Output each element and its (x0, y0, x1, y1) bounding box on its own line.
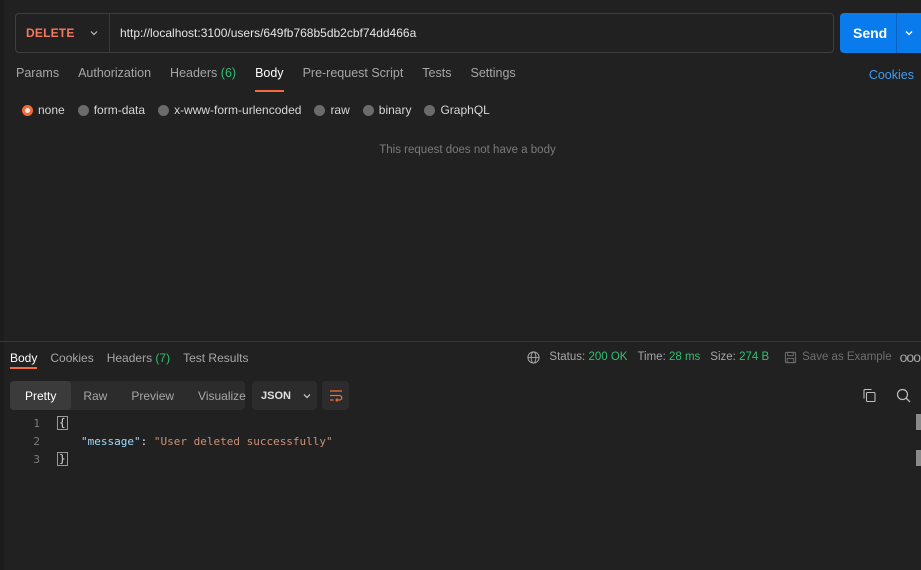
radio-label: binary (378, 103, 412, 117)
request-bar: DELETE http://localhost:3100/users/649fb… (15, 13, 834, 53)
tab-body[interactable]: Body (255, 66, 284, 92)
tab-headers[interactable]: Headers (6) (170, 66, 236, 90)
radio-selected-icon (22, 104, 33, 116)
save-as-example-label: Save as Example (802, 351, 892, 363)
tab-tests[interactable]: Tests (422, 66, 451, 90)
size-label: Size: (710, 351, 736, 363)
radio-label: none (38, 103, 65, 117)
format-select[interactable]: JSON (252, 381, 317, 410)
radio-urlencoded[interactable]: x-www-form-urlencoded (158, 103, 301, 117)
time-info[interactable]: Time: 28 ms (637, 351, 700, 363)
radio-graphql[interactable]: GraphQL (424, 103, 490, 117)
radio-label: form-data (93, 103, 146, 117)
request-tabs: Params Authorization Headers (6) Body Pr… (16, 66, 535, 92)
view-pretty[interactable]: Pretty (10, 381, 72, 410)
tab-authorization[interactable]: Authorization (78, 66, 151, 90)
save-icon (785, 351, 797, 363)
headers-count: (6) (220, 66, 237, 80)
response-headers-count: (7) (155, 351, 171, 365)
line-number: 3 (33, 452, 40, 466)
radio-binary[interactable]: binary (362, 103, 412, 117)
radio-none[interactable]: none (22, 103, 65, 117)
json-value: "User deleted successfully" (153, 434, 333, 448)
code-line: 3 } (0, 450, 68, 468)
status-value: 200 OK (588, 351, 628, 363)
size-value: 274 B (739, 351, 770, 363)
radio-raw[interactable]: raw (314, 103, 350, 117)
chevron-down-icon (90, 31, 98, 36)
status-info[interactable]: Status: 200 OK (549, 351, 627, 363)
method-label: DELETE (26, 26, 75, 40)
size-info[interactable]: Size: 274 B (710, 351, 769, 363)
response-tab-headers[interactable]: Headers (7) (107, 351, 170, 365)
json-colon: : (140, 434, 154, 448)
body-type-radios: none form-data x-www-form-urlencoded raw… (22, 103, 503, 117)
radio-form-data[interactable]: form-data (77, 103, 146, 117)
radio-label: raw (330, 103, 350, 117)
response-tab-headers-label: Headers (106, 351, 153, 365)
window-edge (0, 0, 4, 570)
json-key: "message" (81, 434, 141, 448)
radio-icon (158, 104, 170, 116)
view-raw[interactable]: Raw (71, 381, 119, 410)
radio-label: x-www-form-urlencoded (174, 103, 302, 117)
view-preview[interactable]: Preview (119, 381, 186, 410)
json-property: "message": "User deleted successfully" (81, 435, 333, 448)
format-label: JSON (261, 389, 291, 402)
save-as-example-button[interactable]: Save as Example (784, 351, 892, 364)
wrap-lines-button[interactable] (322, 381, 349, 410)
method-select[interactable]: DELETE (16, 14, 110, 52)
scrollbar-thumb[interactable] (916, 414, 921, 430)
search-icon[interactable] (896, 388, 911, 403)
radio-label: GraphQL (440, 103, 490, 117)
response-body-viewer[interactable]: 1 { 2 "message": "User deleted successfu… (0, 414, 333, 468)
radio-icon (77, 104, 89, 116)
status-label: Status: (549, 351, 586, 363)
radio-icon (424, 104, 436, 116)
scrollbar-thumb[interactable] (916, 450, 921, 466)
tab-pre-request-script[interactable]: Pre-request Script (303, 66, 404, 90)
response-status-bar: Status: 200 OK Time: 28 ms Size: 274 B S… (527, 349, 921, 365)
response-tabs: Body Cookies Headers (7) Test Results (10, 351, 261, 369)
cookies-link[interactable]: Cookies (869, 68, 914, 82)
chevron-down-icon (303, 393, 311, 398)
close-brace: } (57, 452, 68, 466)
empty-body-message: This request does not have a body (379, 144, 556, 156)
url-input[interactable]: http://localhost:3100/users/649fb768b5db… (110, 26, 416, 40)
globe-icon[interactable] (527, 350, 541, 364)
time-label: Time: (637, 351, 666, 363)
view-mode-segmented: Pretty Raw Preview Visualize (10, 381, 246, 410)
more-options-icon[interactable]: ooo (900, 349, 921, 365)
tab-headers-label: Headers (170, 66, 218, 80)
send-options-button[interactable] (896, 13, 921, 53)
time-value: 28 ms (668, 351, 701, 363)
radio-icon (362, 104, 374, 116)
copy-icon[interactable] (862, 388, 877, 403)
response-tab-test-results[interactable]: Test Results (183, 351, 248, 365)
chevron-down-icon (905, 31, 913, 36)
line-number: 2 (33, 434, 40, 448)
line-number: 1 (33, 416, 40, 430)
radio-icon (314, 104, 326, 116)
view-visualize[interactable]: Visualize (186, 381, 258, 410)
tab-params[interactable]: Params (16, 66, 59, 90)
open-brace: { (57, 416, 68, 430)
pane-divider[interactable] (0, 341, 921, 342)
send-button[interactable]: Send (840, 13, 921, 53)
response-tab-cookies[interactable]: Cookies (50, 351, 93, 365)
response-tab-body[interactable]: Body (10, 351, 38, 369)
tab-settings[interactable]: Settings (470, 66, 515, 90)
code-line: 1 { (0, 414, 68, 432)
wrap-lines-icon (329, 390, 342, 402)
send-label: Send (853, 25, 888, 41)
code-line: 2 "message": "User deleted successfully" (0, 432, 332, 450)
